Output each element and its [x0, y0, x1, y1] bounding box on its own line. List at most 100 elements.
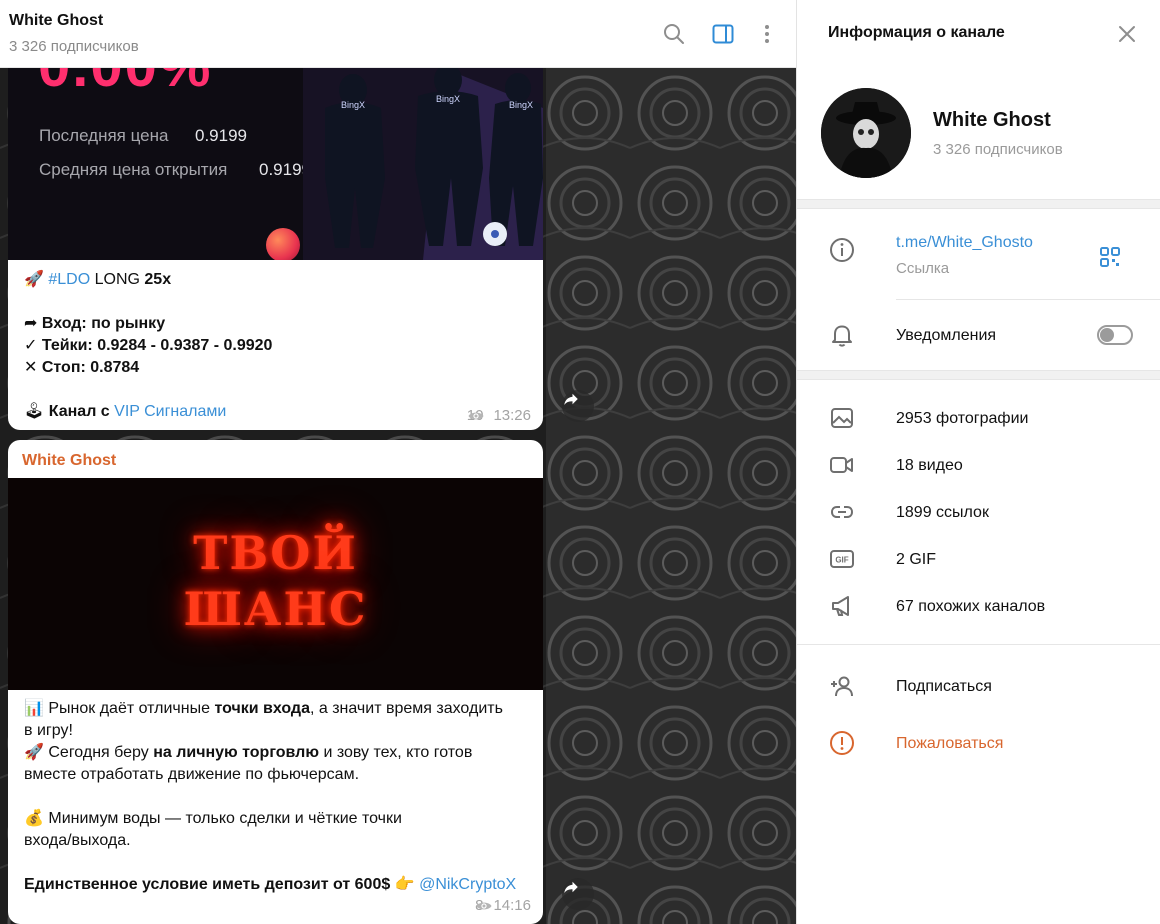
video-icon: [829, 452, 855, 478]
entry-arrow-icon: ➦: [24, 315, 38, 332]
svg-text:BingX: BingX: [509, 100, 533, 110]
warning-icon: [829, 730, 855, 756]
channel-avatar[interactable]: [821, 88, 911, 178]
media-row-links[interactable]: 1899 ссылок: [797, 490, 1160, 534]
promo-p1-bold: точки входа: [214, 700, 310, 717]
vip-prefix: Канал с: [48, 403, 115, 420]
signal-side: LONG: [90, 271, 145, 288]
promo-p3-b: входа/выхода.: [24, 832, 131, 849]
qr-code-button[interactable]: [1099, 246, 1121, 268]
ghost-avatar-icon: [821, 88, 911, 178]
media-row-videos[interactable]: 18 видео: [797, 443, 1160, 487]
signal-line-4: ✕ Стоп: 0.8784: [24, 357, 139, 379]
promo-p2-bold: на личную торговлю: [153, 744, 320, 761]
qr-code-icon: [1100, 247, 1120, 267]
report-row[interactable]: Пожаловаться: [797, 721, 1160, 765]
close-panel-button[interactable]: [1117, 24, 1137, 44]
message-time: 14:16: [493, 897, 531, 914]
more-button[interactable]: [755, 22, 779, 46]
pnl-percent: 0.00%: [38, 68, 212, 100]
check-circle-icon: ✓: [24, 337, 38, 354]
videos-count: 18 видео: [896, 457, 963, 474]
message-author[interactable]: White Ghost: [22, 452, 116, 470]
section-divider: [797, 199, 1160, 209]
cross-circle-icon: ✕: [24, 359, 38, 376]
message-bubble-signal[interactable]: 0.00% Последняя цена 0.9199 Средняя цена…: [8, 68, 543, 430]
close-icon: [1119, 26, 1135, 42]
promo-p2-d: вместе отработать движение по фьючерсам.: [24, 766, 360, 783]
signal-leverage: 25x: [144, 271, 172, 288]
views-eye-icon: [468, 412, 484, 420]
panel-subscribers: 3 326 подписчиков: [933, 141, 1063, 158]
svg-text:GIF: GIF: [835, 556, 848, 565]
token-ball: [266, 228, 300, 260]
report-button[interactable]: Пожаловаться: [896, 735, 1003, 753]
megaphone-icon: [829, 593, 855, 619]
players-illustration: BingX BingX BingX: [303, 68, 543, 260]
promo-image[interactable]: ТВОЙ ШАНС: [8, 478, 543, 690]
notifications-toggle[interactable]: [1097, 325, 1133, 345]
promo-p4-bold: Единственное условие иметь депозит от 60…: [24, 876, 395, 893]
sidebar-toggle-icon: [712, 24, 734, 44]
add-user-icon: [829, 673, 855, 699]
vip-link[interactable]: VIP Сигналами: [114, 403, 226, 420]
joystick-icon: 🕹: [24, 403, 45, 420]
channel-link-row[interactable]: t.me/White_Ghosto Ссылка: [797, 210, 1160, 300]
chat-subscribers: 3 326 подписчиков: [9, 38, 139, 55]
channel-link[interactable]: t.me/White_Ghosto: [896, 234, 1033, 252]
section-divider: [797, 644, 1160, 645]
photos-count: 2953 фотографии: [896, 410, 1029, 427]
link-icon: [829, 499, 855, 525]
message-bubble-promo[interactable]: White Ghost ТВОЙ ШАНС 📊 Рынок даёт отлич…: [8, 440, 543, 924]
promo-p2-a: Сегодня беру: [43, 744, 154, 761]
hashtag-link[interactable]: #LDO: [48, 271, 90, 288]
search-icon: [664, 24, 684, 44]
section-divider: [797, 370, 1160, 380]
signal-line-2: ➦ Вход: по рынку: [24, 313, 165, 335]
subscribe-button[interactable]: Подписаться: [896, 678, 992, 696]
pointing-hand-icon: 👉: [394, 876, 415, 893]
svg-text:BingX: BingX: [436, 94, 460, 104]
svg-text:BingX: BingX: [341, 100, 365, 110]
media-row-similar[interactable]: 67 похожих каналов: [797, 584, 1160, 628]
message-time: 13:26: [493, 407, 531, 424]
chat-header[interactable]: White Ghost 3 326 подписчиков: [0, 0, 796, 68]
search-button[interactable]: [662, 22, 686, 46]
gifs-count: 2 GIF: [896, 551, 937, 568]
rocket-icon: 🚀: [24, 271, 44, 288]
links-count: 1899 ссылок: [896, 504, 989, 521]
avg-open-label: Средняя цена открытия: [39, 160, 228, 179]
subscribe-row[interactable]: Подписаться: [797, 664, 1160, 708]
forward-arrow-icon: [564, 393, 578, 405]
chart-emoji-icon: 📊: [24, 700, 44, 717]
entry-text: Вход: по рынку: [41, 315, 166, 332]
promo-paragraph-4: Единственное условие иметь депозит от 60…: [24, 874, 516, 896]
trade-screenshot-image[interactable]: 0.00% Последняя цена 0.9199 Средняя цена…: [8, 68, 543, 260]
chat-area: 0.00% Последняя цена 0.9199 Средняя цена…: [0, 0, 796, 924]
forward-arrow-icon: [564, 881, 578, 893]
forward-button[interactable]: [562, 390, 594, 422]
bell-icon: [829, 322, 855, 348]
promo-p2-c: и зову тех, кто готов: [319, 744, 473, 761]
similar-channels-count: 67 похожих каналов: [896, 598, 1046, 615]
gif-icon: GIF: [829, 546, 855, 572]
last-price-label: Последняя цена: [39, 126, 169, 145]
info-icon: [829, 237, 855, 263]
panel-title: Информация о канале: [828, 24, 1005, 41]
promo-p1-c: , а значит время заходить: [309, 700, 503, 717]
panel-channel-name: White Ghost: [933, 109, 1051, 131]
media-row-photos[interactable]: 2953 фотографии: [797, 396, 1160, 440]
views-eye-icon: [476, 902, 492, 910]
signal-line-5: 🕹 Канал с VIP Сигналами: [24, 401, 226, 423]
contact-mention-link[interactable]: @NikCryptoX: [419, 876, 516, 893]
channel-info-panel: Информация о канале White Ghost 3 326 по…: [796, 0, 1160, 924]
promo-p3-a: Минимум воды — только сделки и чёткие то…: [43, 810, 402, 827]
message-meta: 10 13:26: [467, 407, 531, 424]
signal-line-1: 🚀 #LDO LONG 25x: [24, 269, 171, 291]
media-row-gifs[interactable]: GIF 2 GIF: [797, 537, 1160, 581]
sidebar-toggle-button[interactable]: [711, 22, 735, 46]
signal-line-3: ✓ Тейки: 0.9284 - 0.9387 - 0.9920: [24, 335, 272, 357]
chat-title[interactable]: White Ghost: [9, 12, 103, 30]
forward-button[interactable]: [562, 878, 594, 910]
promo-text-line-1: ТВОЙ: [193, 526, 358, 580]
